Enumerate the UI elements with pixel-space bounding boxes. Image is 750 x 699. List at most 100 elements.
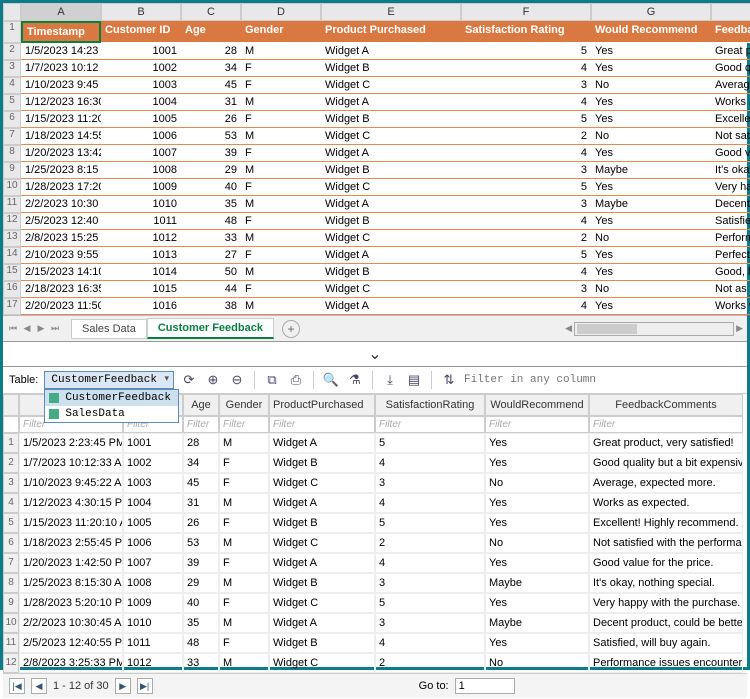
cell-timestamp[interactable]: 1/12/2023 16:30	[21, 94, 101, 111]
row-header-2[interactable]: 2	[3, 43, 21, 60]
cell-rating[interactable]: 5	[461, 179, 591, 196]
table-header[interactable]: Would Recommend	[591, 21, 711, 43]
cell-product[interactable]: Widget A	[321, 43, 461, 60]
cell-timestamp[interactable]: 1/7/2023 10:12	[21, 60, 101, 77]
cell-timestamp[interactable]: 1/5/2023 14:23	[21, 43, 101, 60]
cell-age[interactable]: 45	[181, 77, 241, 94]
grid-cell-timestamp[interactable]: 2/5/2023 12:40:55 PM	[19, 633, 123, 653]
cell-feedback[interactable]: Not satisfie	[711, 128, 750, 145]
cell-customerid[interactable]: 1009	[101, 179, 181, 196]
grid-cell-timestamp[interactable]: 1/18/2023 2:55:45 PM	[19, 533, 123, 553]
cell-gender[interactable]: F	[241, 213, 321, 230]
cell-product[interactable]: Widget C	[321, 179, 461, 196]
cell-customerid[interactable]: 1005	[101, 111, 181, 128]
grid-cell-rating[interactable]: 4	[375, 453, 485, 473]
table-header[interactable]: Customer ID	[101, 21, 181, 43]
grid-cell-feedback[interactable]: Good quality but a bit expensive.	[589, 453, 743, 473]
next-page-button[interactable]: ▶	[115, 678, 131, 694]
grid-cell-timestamp[interactable]: 1/25/2023 8:15:30 AM	[19, 573, 123, 593]
sheet-tab-feedback[interactable]: Customer Feedback	[147, 318, 274, 339]
grid-cell-product[interactable]: Widget C	[269, 533, 375, 553]
cell-product[interactable]: Widget A	[321, 94, 461, 111]
cell-recommend[interactable]: No	[591, 77, 711, 94]
grid-cell-feedback[interactable]: It's okay, nothing special.	[589, 573, 743, 593]
grid-cell-rating[interactable]: 2	[375, 533, 485, 553]
grid-cell-age[interactable]: 35	[183, 613, 219, 633]
cell-age[interactable]: 26	[181, 111, 241, 128]
row-header-4[interactable]: 4	[3, 77, 21, 94]
row-header-17[interactable]: 17	[3, 298, 21, 315]
grid-cell-age[interactable]: 40	[183, 593, 219, 613]
grid-header-g[interactable]: Gender	[219, 394, 269, 416]
cell-recommend[interactable]: Yes	[591, 213, 711, 230]
grid-cell-age[interactable]: 26	[183, 513, 219, 533]
prev-sheet-icon[interactable]: ◀	[21, 323, 33, 335]
cell-feedback[interactable]: Good, but sl	[711, 264, 750, 281]
grid-cell-rating[interactable]: 3	[375, 473, 485, 493]
grid-cell-feedback[interactable]: Not satisfied with the performance.	[589, 533, 743, 553]
cell-feedback[interactable]: It's okay, no	[711, 162, 750, 179]
grid-rownum[interactable]: 3	[3, 473, 19, 493]
cell-age[interactable]: 40	[181, 179, 241, 196]
cell-gender[interactable]: M	[241, 196, 321, 213]
cell-timestamp[interactable]: 1/15/2023 11:20	[21, 111, 101, 128]
grid-cell-gender[interactable]: M	[219, 653, 269, 673]
grid-cell-rating[interactable]: 5	[375, 593, 485, 613]
cell-recommend[interactable]: Yes	[591, 60, 711, 77]
sheet-tab-sales[interactable]: Sales Data	[71, 319, 147, 339]
cell-rating[interactable]: 4	[461, 264, 591, 281]
row-header-5[interactable]: 5	[3, 94, 21, 111]
cell-customerid[interactable]: 1016	[101, 298, 181, 315]
col-header-E[interactable]: E	[321, 3, 461, 21]
grid-cell-customerid[interactable]: 1008	[123, 573, 183, 593]
grid-rownum[interactable]: 5	[3, 513, 19, 533]
cell-rating[interactable]: 4	[461, 145, 591, 162]
cell-recommend[interactable]: Yes	[591, 94, 711, 111]
filter-cell[interactable]: Filter	[589, 416, 743, 433]
grid-cell-feedback[interactable]: Decent product, could be better.	[589, 613, 743, 633]
grid-cell-age[interactable]: 33	[183, 653, 219, 673]
cell-age[interactable]: 48	[181, 213, 241, 230]
grid-cell-gender[interactable]: F	[219, 453, 269, 473]
row-header-10[interactable]: 10	[3, 179, 21, 196]
col-header-F[interactable]: F	[461, 3, 591, 21]
cell-rating[interactable]: 3	[461, 196, 591, 213]
select-all-corner[interactable]	[3, 3, 21, 21]
cell-rating[interactable]: 5	[461, 111, 591, 128]
cell-customerid[interactable]: 1015	[101, 281, 181, 298]
cell-feedback[interactable]: Not as descr	[711, 281, 750, 298]
copy-icon[interactable]: ⧉	[263, 371, 281, 389]
cell-timestamp[interactable]: 1/18/2023 14:55	[21, 128, 101, 145]
row-header-13[interactable]: 13	[3, 230, 21, 247]
filter-cell[interactable]: Filter	[219, 416, 269, 433]
cell-feedback[interactable]: Good quali	[711, 60, 750, 77]
table-header[interactable]: Satisfaction Rating	[461, 21, 591, 43]
cell-rating[interactable]: 4	[461, 213, 591, 230]
cell-gender[interactable]: M	[241, 264, 321, 281]
cell-customerid[interactable]: 1014	[101, 264, 181, 281]
grid-cell-age[interactable]: 29	[183, 573, 219, 593]
cell-recommend[interactable]: No	[591, 281, 711, 298]
cell-customerid[interactable]: 1011	[101, 213, 181, 230]
cell-customerid[interactable]: 1007	[101, 145, 181, 162]
grid-cell-rating[interactable]: 4	[375, 633, 485, 653]
cell-recommend[interactable]: Maybe	[591, 196, 711, 213]
grid-cell-recommend[interactable]: Yes	[485, 513, 589, 533]
prev-page-button[interactable]: ◀	[31, 678, 47, 694]
row-header-16[interactable]: 16	[3, 281, 21, 298]
grid-cell-product[interactable]: Widget B	[269, 633, 375, 653]
grid-cell-product[interactable]: Widget B	[269, 453, 375, 473]
cell-timestamp[interactable]: 1/28/2023 17:20	[21, 179, 101, 196]
grid-cell-rating[interactable]: 5	[375, 513, 485, 533]
grid-cell-feedback[interactable]: Satisfied, will buy again.	[589, 633, 743, 653]
grid-cell-recommend[interactable]: Maybe	[485, 573, 589, 593]
cell-customerid[interactable]: 1008	[101, 162, 181, 179]
grid-cell-age[interactable]: 48	[183, 633, 219, 653]
chart-icon[interactable]: ▤	[405, 371, 423, 389]
grid-cell-customerid[interactable]: 1006	[123, 533, 183, 553]
grid-cell-gender[interactable]: M	[219, 573, 269, 593]
filter-cell[interactable]: Filter	[375, 416, 485, 433]
cell-gender[interactable]: F	[241, 111, 321, 128]
remove-icon[interactable]: ⊖	[228, 371, 246, 389]
cell-age[interactable]: 44	[181, 281, 241, 298]
